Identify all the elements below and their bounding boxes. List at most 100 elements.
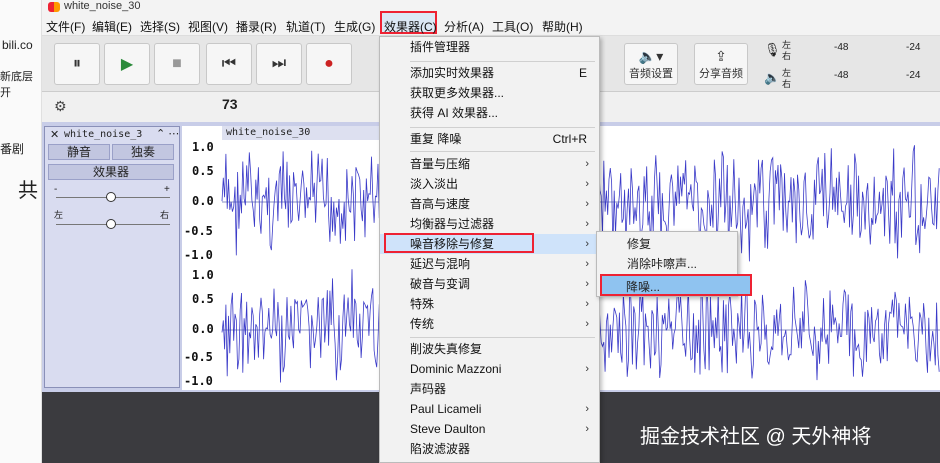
track-name[interactable]: white_noise_3 bbox=[64, 129, 142, 140]
share-audio-label: 分享音频 bbox=[699, 67, 743, 80]
chevron-right-icon: › bbox=[585, 298, 589, 310]
delay-reverb-item[interactable]: 延迟与混响 › bbox=[380, 254, 599, 274]
pause-button[interactable]: ⏸ bbox=[54, 43, 100, 85]
chevron-right-icon: › bbox=[585, 238, 589, 250]
track-effects-button[interactable]: 效果器 bbox=[48, 164, 174, 180]
chevron-right-icon: › bbox=[585, 363, 589, 375]
menu-record[interactable]: 播录(R) bbox=[236, 18, 277, 35]
separator bbox=[410, 127, 595, 128]
play-button[interactable]: ▶ bbox=[104, 43, 150, 85]
share-audio-button[interactable]: ⇪ 分享音频 bbox=[694, 43, 748, 85]
repeat-label: 重复 降噪 bbox=[410, 132, 462, 146]
add-realtime-label: 添加实时效果器 bbox=[410, 66, 495, 80]
volume-compression-item[interactable]: 音量与压缩 › bbox=[380, 154, 599, 174]
waveform-path bbox=[221, 269, 380, 383]
fade-label: 淡入淡出 bbox=[410, 177, 459, 191]
pitch-tempo-label: 音高与速度 bbox=[410, 197, 471, 211]
record-button[interactable]: ● bbox=[306, 43, 352, 85]
solo-button[interactable]: 独奏 bbox=[112, 144, 174, 160]
get-ai-label: 获得 AI 效果器... bbox=[410, 106, 499, 120]
legacy-item[interactable]: 传统 › bbox=[380, 314, 599, 334]
distortion-item[interactable]: 破音与变调 › bbox=[380, 274, 599, 294]
get-ai-effects-item[interactable]: 获得 AI 效果器... bbox=[380, 103, 599, 123]
skip-end-button[interactable]: ⏭ bbox=[256, 43, 302, 85]
legacy-label: 传统 bbox=[410, 317, 435, 331]
speaker-icon: 🔈▾ bbox=[638, 47, 664, 64]
noise-reduction-label: 降噪... bbox=[626, 280, 661, 294]
gain-plus-label: + bbox=[164, 184, 170, 195]
gear-icon[interactable]: ⚙ bbox=[54, 98, 67, 115]
add-realtime-item[interactable]: 添加实时效果器 E bbox=[380, 63, 599, 83]
volume-compression-label: 音量与压缩 bbox=[410, 157, 471, 171]
stop-button[interactable]: ■ bbox=[154, 43, 200, 85]
special-item[interactable]: 特殊 › bbox=[380, 294, 599, 314]
noise-reduction-item[interactable]: 降噪... bbox=[600, 274, 752, 296]
chevron-right-icon: › bbox=[585, 423, 589, 435]
menu-select[interactable]: 选择(S) bbox=[140, 18, 180, 35]
tick-2: 0.5 bbox=[192, 164, 214, 178]
track-menu-chevron-icon[interactable]: ⌃ ⋯ bbox=[156, 127, 179, 140]
tick-9: -0.5 bbox=[184, 350, 213, 364]
dominic-mazzoni-item[interactable]: Dominic Mazzoni › bbox=[380, 359, 599, 379]
clip-title[interactable]: white_noise_30 bbox=[222, 126, 382, 140]
menu-tools[interactable]: 工具(O) bbox=[492, 18, 533, 35]
clip-fix-label: 削波失真修复 bbox=[410, 342, 483, 356]
plugin-manager-label: 插件管理器 bbox=[410, 40, 471, 54]
meter-right-label-1: 右 bbox=[782, 51, 792, 61]
gain-minus-label: - bbox=[54, 184, 58, 195]
audio-settings-button[interactable]: 🔈▾ 音频设置 bbox=[624, 43, 678, 85]
pan-slider-knob[interactable] bbox=[106, 219, 116, 229]
menu-view[interactable]: 视图(V) bbox=[188, 18, 228, 35]
notch-filter-item[interactable]: 陷波滤波器 bbox=[380, 439, 599, 459]
menu-analyze[interactable]: 分析(A) bbox=[444, 18, 484, 35]
menu-edit[interactable]: 编辑(E) bbox=[92, 18, 132, 35]
menu-tracks[interactable]: 轨道(T) bbox=[286, 18, 325, 35]
skip-start-button[interactable]: ⏮ bbox=[206, 43, 252, 85]
separator bbox=[410, 337, 595, 338]
tick-10: -1.0 bbox=[184, 374, 213, 388]
delay-reverb-label: 延迟与混响 bbox=[410, 257, 471, 271]
repair-label: 修复 bbox=[627, 237, 652, 251]
clip-fix-item[interactable]: 削波失真修复 bbox=[380, 339, 599, 359]
paul-licameli-item[interactable]: Paul Licameli › bbox=[380, 399, 599, 419]
eq-filter-label: 均衡器与过滤器 bbox=[410, 217, 495, 231]
click-removal-item[interactable]: 消除咔嚓声... bbox=[597, 254, 737, 274]
eq-filter-item[interactable]: 均衡器与过滤器 › bbox=[380, 214, 599, 234]
level-meters[interactable]: 🎙 左 右 -48 -24 🔈 左 右 -48 -24 bbox=[760, 36, 940, 92]
watermark-text: 掘金技术社区 @ 天外神将 bbox=[640, 426, 872, 448]
menu-help[interactable]: 帮助(H) bbox=[542, 18, 583, 35]
background-browser-strip: bili.co 新底层开 番剧 共 bbox=[0, 0, 42, 463]
fade-item[interactable]: 淡入淡出 › bbox=[380, 174, 599, 194]
pitch-tempo-item[interactable]: 音高与速度 › bbox=[380, 194, 599, 214]
chevron-right-icon: › bbox=[585, 198, 589, 210]
tick-7: 0.5 bbox=[192, 292, 214, 306]
menu-effects[interactable]: 效果器(C) bbox=[384, 18, 437, 35]
plugin-manager-item[interactable]: 插件管理器 bbox=[380, 37, 599, 57]
tick-6: 1.0 bbox=[192, 268, 214, 282]
close-track-icon[interactable]: ✕ bbox=[50, 128, 59, 141]
separator bbox=[410, 61, 595, 62]
menu-generate[interactable]: 生成(G) bbox=[334, 18, 375, 35]
rate-value: 73 bbox=[222, 96, 238, 112]
tick-4: -0.5 bbox=[184, 224, 213, 238]
gain-slider-knob[interactable] bbox=[106, 192, 116, 202]
steve-daulton-item[interactable]: Steve Daulton › bbox=[380, 419, 599, 439]
repair-item[interactable]: 修复 bbox=[597, 234, 737, 254]
window-title: white_noise_30 bbox=[42, 0, 940, 14]
tick-8: 0.0 bbox=[192, 322, 214, 336]
menu-file[interactable]: 文件(F) bbox=[46, 18, 85, 35]
repeat-shortcut: Ctrl+R bbox=[552, 132, 587, 146]
skip-start-icon: ⏮ bbox=[221, 55, 237, 72]
waveform-path bbox=[221, 150, 380, 256]
vocoder-item[interactable]: 声码器 bbox=[380, 379, 599, 399]
tick-1: 1.0 bbox=[192, 140, 214, 154]
separator bbox=[410, 151, 595, 152]
chevron-right-icon: › bbox=[585, 278, 589, 290]
vocoder-label: 声码器 bbox=[410, 382, 447, 396]
meter-mark-48-2: -48 bbox=[834, 70, 849, 81]
repeat-noise-reduction-item[interactable]: 重复 降噪 Ctrl+R bbox=[380, 129, 599, 149]
get-more-label: 获取更多效果器... bbox=[410, 86, 505, 100]
pause-icon: ⏸ bbox=[72, 55, 81, 72]
mute-button[interactable]: 静音 bbox=[48, 144, 110, 160]
get-more-effects-item[interactable]: 获取更多效果器... bbox=[380, 83, 599, 103]
